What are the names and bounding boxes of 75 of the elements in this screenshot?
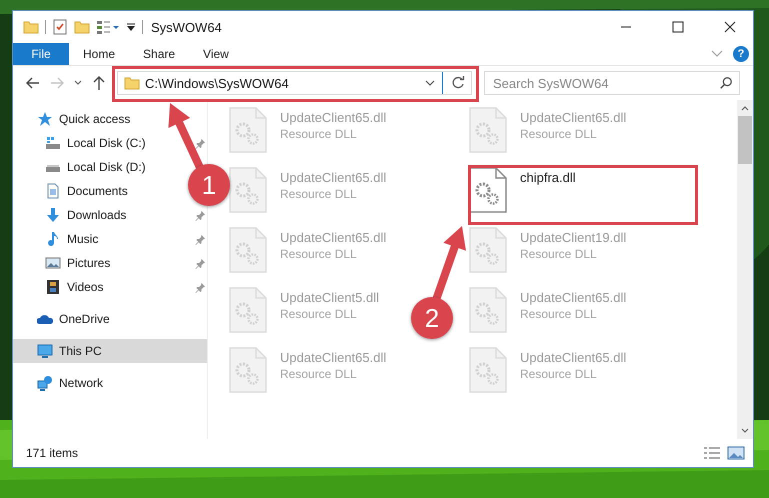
file-name: UpdateClient65.dll	[280, 110, 386, 125]
pin-icon[interactable]	[195, 138, 206, 149]
file-tab[interactable]: File	[13, 43, 69, 65]
sidebar-item[interactable]: Videos	[13, 275, 163, 299]
monitor-icon	[37, 343, 53, 359]
scroll-up-icon[interactable]	[740, 104, 750, 112]
music-note-icon	[45, 231, 61, 247]
ribbon-tab[interactable]: Home	[69, 43, 130, 65]
star-icon	[37, 111, 53, 127]
sidebar-item[interactable]: Music	[13, 227, 163, 251]
file-type: Resource DLL	[520, 127, 598, 141]
download-icon	[45, 207, 61, 223]
sidebar-item[interactable]: Network	[13, 371, 207, 395]
folder-icon[interactable]	[74, 19, 90, 35]
window-title: SysWOW64	[151, 20, 222, 34]
sidebar-item[interactable]: Documents	[13, 179, 163, 203]
checklist-icon[interactable]	[52, 19, 68, 35]
picture-icon	[45, 255, 61, 271]
properties-icon[interactable]	[96, 19, 120, 35]
file-name: UpdateClient19.dll	[520, 230, 626, 245]
file-name: UpdateClient65.dll	[520, 350, 626, 365]
forward-icon	[49, 75, 65, 91]
up-icon[interactable]	[91, 75, 107, 91]
file-name: chipfra.dll	[520, 170, 576, 185]
sidebar-item[interactable]: Quick access	[13, 107, 207, 131]
network-icon	[37, 375, 53, 391]
search-field[interactable]: Search SysWOW64	[484, 71, 740, 95]
pin-icon[interactable]	[195, 210, 206, 221]
refresh-icon[interactable]	[450, 75, 466, 91]
file-type: Resource DLL	[520, 367, 598, 381]
file-type: Resource DLL	[280, 187, 358, 201]
sidebar-item[interactable]: This PC	[13, 339, 207, 363]
drive-icon	[45, 135, 61, 151]
search-icon	[719, 76, 733, 90]
details-view-icon[interactable]	[703, 446, 721, 460]
file-type: Resource DLL	[280, 367, 358, 381]
sidebar-item[interactable]: Local Disk (D:)	[13, 155, 163, 179]
file-type: Resource DLL	[280, 127, 358, 141]
pin-icon[interactable]	[195, 258, 206, 269]
pin-icon[interactable]	[195, 282, 206, 293]
file-type: Resource DLL	[280, 247, 358, 261]
file-type: Resource DLL	[520, 247, 598, 261]
sidebar-item[interactable]: Pictures	[13, 251, 163, 275]
scrollbar-thumb[interactable]	[738, 116, 752, 164]
file-name: UpdateClient65.dll	[280, 350, 386, 365]
customize-caret-icon[interactable]	[126, 22, 136, 32]
file-name: UpdateClient5.dll	[280, 290, 380, 305]
large-icons-view-icon[interactable]	[727, 446, 745, 460]
back-icon[interactable]	[25, 75, 41, 91]
file-type: Resource DLL	[520, 307, 598, 321]
folder-icon[interactable]	[23, 19, 39, 35]
film-icon	[45, 279, 61, 295]
file-name: UpdateClient65.dll	[520, 110, 626, 125]
expand-ribbon-icon[interactable]	[711, 50, 723, 58]
address-path: C:\Windows\SysWOW64	[145, 76, 289, 90]
sidebar-item[interactable]: Downloads	[13, 203, 163, 227]
scrollbar[interactable]	[737, 100, 753, 439]
file-type: Resource DLL	[280, 307, 358, 321]
item-count: 171 items	[26, 446, 78, 460]
file-name: UpdateClient65.dll	[280, 230, 386, 245]
sidebar-item[interactable]: OneDrive	[13, 307, 207, 331]
folder-icon	[124, 75, 140, 91]
file-icon[interactable]	[468, 166, 508, 214]
file-name: UpdateClient65.dll	[280, 170, 386, 185]
document-icon	[45, 183, 61, 199]
ribbon-tab[interactable]: Share	[129, 43, 190, 65]
dropdown-caret-icon[interactable]	[425, 79, 435, 87]
pin-icon[interactable]	[195, 234, 206, 245]
file-name: UpdateClient65.dll	[520, 290, 626, 305]
ribbon-tab[interactable]: View	[189, 43, 243, 65]
help-button[interactable]: ?	[733, 46, 749, 62]
address-field[interactable]: C:\Windows\SysWOW64	[117, 71, 472, 95]
recent-caret-icon[interactable]	[73, 79, 83, 87]
sidebar-item[interactable]: Local Disk (C:)	[13, 131, 163, 155]
scroll-down-icon[interactable]	[740, 427, 750, 435]
